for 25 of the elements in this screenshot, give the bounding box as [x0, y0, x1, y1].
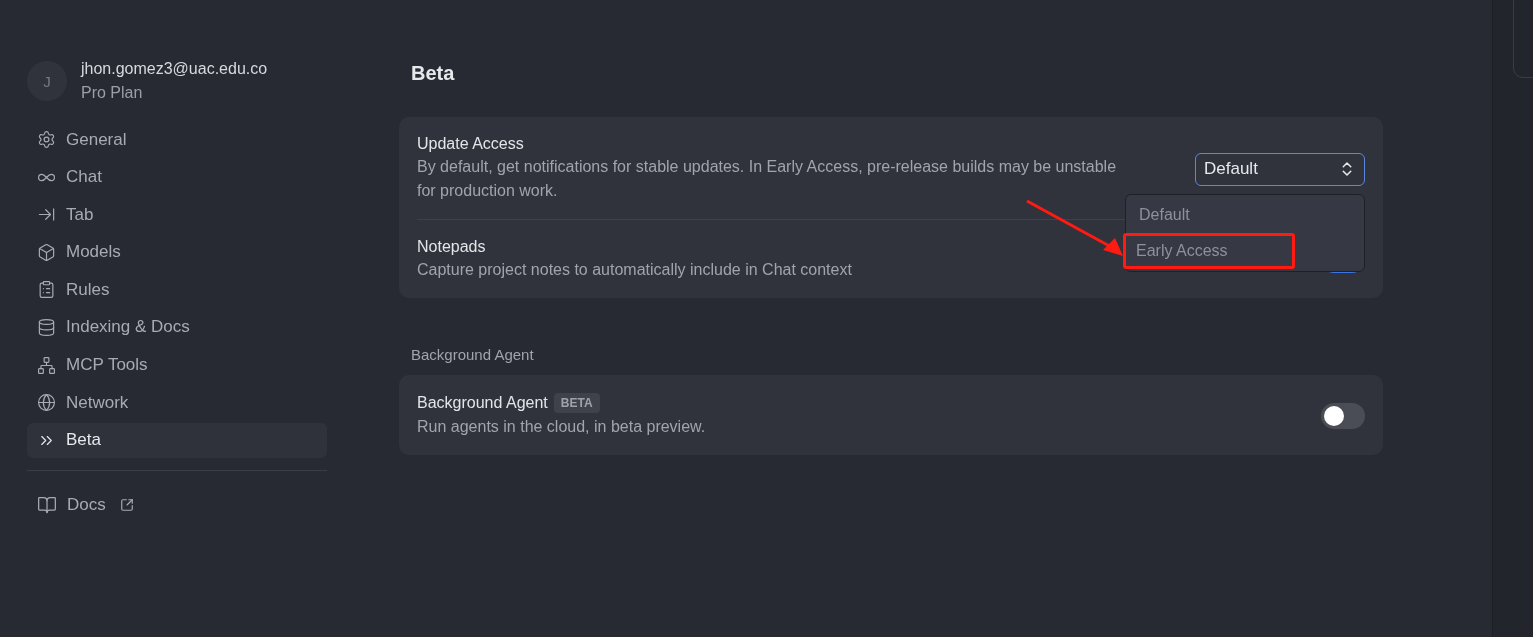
- setting-description: Run agents in the cloud, in beta preview.: [417, 417, 706, 437]
- plan-label: Pro Plan: [81, 84, 144, 102]
- docs-link[interactable]: Docs: [27, 487, 327, 523]
- sidebar-item[interactable]: Rules: [27, 272, 327, 308]
- setting-title: Notepads: [417, 238, 486, 256]
- account-email: jhon.gomez3@uac.edu.co: [81, 60, 268, 78]
- avatar: J: [27, 61, 67, 101]
- section-heading: Background Agent: [411, 346, 535, 363]
- sidebar-item[interactable]: Network: [27, 385, 327, 421]
- setting-description: By default, get notifications for stable updates. In Early Access, pre-release builds may be unstable for production work.: [417, 157, 1118, 201]
- dropdown-option[interactable]: Early Access: [1123, 232, 1295, 269]
- sidebar-item[interactable]: MCP Tools: [27, 347, 327, 383]
- sidebar-item[interactable]: Models: [27, 234, 327, 270]
- setting-description: Capture project notes to automatically include in Chat context: [417, 260, 852, 280]
- beta-badge: BETA: [553, 393, 600, 413]
- sidebar-item[interactable]: General: [27, 122, 327, 157]
- dropdown-option[interactable]: Default: [1126, 196, 1364, 233]
- sidebar-item[interactable]: Chat: [27, 159, 327, 195]
- sidebar-item[interactable]: Indexing & Docs: [27, 309, 327, 345]
- select-field[interactable]: Default: [1195, 152, 1365, 186]
- setting-title: Background Agent: [417, 394, 548, 412]
- setting-title: Update Access: [417, 135, 524, 153]
- sidebar-item[interactable]: Beta: [27, 422, 327, 458]
- page-title: Beta: [411, 62, 456, 85]
- sidebar-item[interactable]: Tab: [27, 197, 327, 233]
